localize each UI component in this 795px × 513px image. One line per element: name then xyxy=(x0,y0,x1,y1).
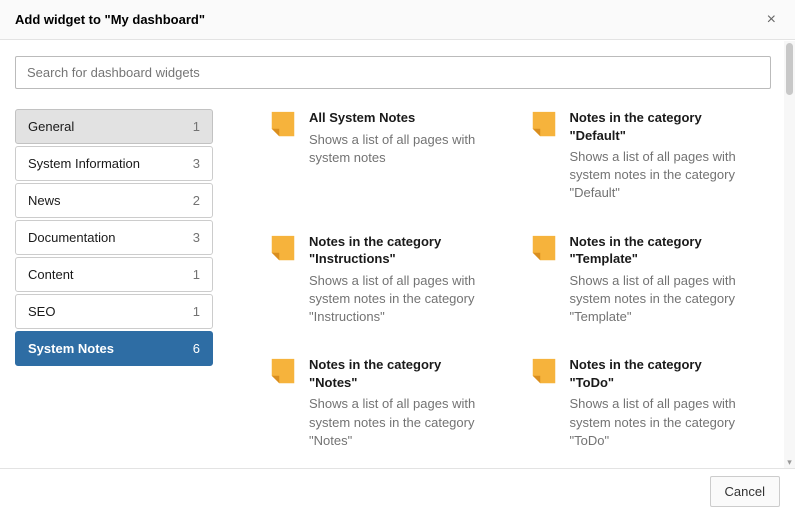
category-count: 2 xyxy=(193,193,200,208)
note-icon xyxy=(268,356,298,386)
widget-description: Shows a list of all pages with system no… xyxy=(570,272,772,327)
sidebar-item-news[interactable]: News 2 xyxy=(15,183,213,218)
sidebar-item-seo[interactable]: SEO 1 xyxy=(15,294,213,329)
sidebar-item-general[interactable]: General 1 xyxy=(15,109,213,144)
category-label: News xyxy=(28,193,61,208)
widget-notes-instructions[interactable]: Notes in the category "Instructions" Sho… xyxy=(268,233,511,327)
modal-footer: Cancel xyxy=(0,468,795,513)
category-label: System Information xyxy=(28,156,140,171)
widget-notes-template[interactable]: Notes in the category "Template" Shows a… xyxy=(529,233,772,327)
category-label: SEO xyxy=(28,304,55,319)
category-label: System Notes xyxy=(28,341,114,356)
category-count: 1 xyxy=(193,267,200,282)
sidebar-item-documentation[interactable]: Documentation 3 xyxy=(15,220,213,255)
widget-text: Notes in the category "Default" Shows a … xyxy=(570,109,772,203)
content-row: General 1 System Information 3 News 2 Do… xyxy=(15,109,771,450)
widget-notes-todo[interactable]: Notes in the category "ToDo" Shows a lis… xyxy=(529,356,772,450)
scrollbar[interactable]: ▾ xyxy=(784,41,795,468)
widget-title: All System Notes xyxy=(309,109,484,127)
note-icon xyxy=(529,356,559,386)
sidebar-item-system-information[interactable]: System Information 3 xyxy=(15,146,213,181)
modal-header: Add widget to "My dashboard" × xyxy=(0,0,795,40)
category-count: 6 xyxy=(193,341,200,356)
widget-grid: All System Notes Shows a list of all pag… xyxy=(268,109,771,450)
scroll-down-icon[interactable]: ▾ xyxy=(784,456,795,468)
sidebar-item-system-notes[interactable]: System Notes 6 xyxy=(15,331,213,366)
note-icon xyxy=(529,233,559,263)
cancel-button[interactable]: Cancel xyxy=(710,476,780,507)
category-label: General xyxy=(28,119,74,134)
sidebar-item-content[interactable]: Content 1 xyxy=(15,257,213,292)
widget-title: Notes in the category "Instructions" xyxy=(309,233,484,268)
widget-text: Notes in the category "Template" Shows a… xyxy=(570,233,772,327)
widget-all-system-notes[interactable]: All System Notes Shows a list of all pag… xyxy=(268,109,511,203)
widget-description: Shows a list of all pages with system no… xyxy=(309,395,511,450)
widget-text: All System Notes Shows a list of all pag… xyxy=(309,109,511,167)
category-count: 1 xyxy=(193,119,200,134)
widget-notes-default[interactable]: Notes in the category "Default" Shows a … xyxy=(529,109,772,203)
widget-title: Notes in the category "ToDo" xyxy=(570,356,745,391)
widget-description: Shows a list of all pages with system no… xyxy=(570,395,772,450)
close-icon[interactable]: × xyxy=(763,8,780,32)
widget-text: Notes in the category "ToDo" Shows a lis… xyxy=(570,356,772,450)
note-icon xyxy=(268,233,298,263)
widget-notes-notes[interactable]: Notes in the category "Notes" Shows a li… xyxy=(268,356,511,450)
widget-title: Notes in the category "Template" xyxy=(570,233,745,268)
modal-body: General 1 System Information 3 News 2 Do… xyxy=(0,40,795,468)
category-count: 1 xyxy=(193,304,200,319)
search-input[interactable] xyxy=(15,56,771,89)
modal-title: Add widget to "My dashboard" xyxy=(15,12,205,27)
widget-text: Notes in the category "Instructions" Sho… xyxy=(309,233,511,327)
category-list: General 1 System Information 3 News 2 Do… xyxy=(15,109,213,450)
widget-text: Notes in the category "Notes" Shows a li… xyxy=(309,356,511,450)
category-label: Documentation xyxy=(28,230,115,245)
widget-description: Shows a list of all pages with system no… xyxy=(570,148,772,203)
widget-title: Notes in the category "Notes" xyxy=(309,356,484,391)
add-widget-modal: Add widget to "My dashboard" × General 1… xyxy=(0,0,795,513)
widget-title: Notes in the category "Default" xyxy=(570,109,745,144)
category-label: Content xyxy=(28,267,74,282)
scrollbar-thumb[interactable] xyxy=(786,43,793,95)
widget-description: Shows a list of all pages with system no… xyxy=(309,131,511,167)
category-count: 3 xyxy=(193,230,200,245)
category-count: 3 xyxy=(193,156,200,171)
note-icon xyxy=(529,109,559,139)
note-icon xyxy=(268,109,298,139)
widget-description: Shows a list of all pages with system no… xyxy=(309,272,511,327)
